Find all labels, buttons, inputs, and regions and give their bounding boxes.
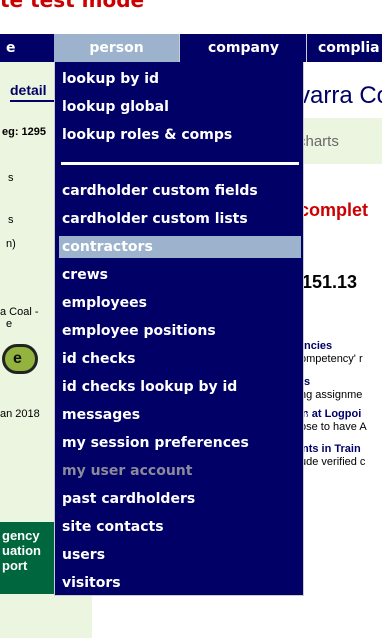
menu-item-my-session-preferences[interactable]: my session preferences xyxy=(59,432,301,454)
right-line-8: ude verified c xyxy=(300,456,366,468)
ip-address: .151.13 xyxy=(297,272,358,292)
menu-item-employee-positions[interactable]: employee positions xyxy=(59,320,301,342)
charts-label: charts xyxy=(298,133,339,150)
menu-item-lookup-global[interactable]: lookup global xyxy=(59,96,301,118)
incomplete-warning: complet xyxy=(299,200,369,220)
nav-tab-partial[interactable]: e xyxy=(0,34,54,62)
menu-item-id-checks[interactable]: id checks xyxy=(59,348,301,370)
menu-item-site-contacts[interactable]: site contacts xyxy=(59,516,301,538)
left-text-e: e xyxy=(6,318,13,330)
menu-separator xyxy=(61,162,299,165)
menu-item-lookup-roles-comps[interactable]: lookup roles & comps xyxy=(59,124,301,146)
test-mode-banner: te test mode xyxy=(0,0,145,12)
left-text-s1: s xyxy=(8,172,14,184)
menu-item-cardholder-custom-lists[interactable]: cardholder custom lists xyxy=(59,208,301,230)
submenu-arrow-icon: » xyxy=(303,408,311,422)
left-date: an 2018 xyxy=(0,408,40,420)
menu-item-employees[interactable]: employees xyxy=(59,292,301,314)
nav-tab-company[interactable]: company xyxy=(181,34,307,62)
company-title: varra Co xyxy=(298,82,382,109)
menu-item-id-checks-lookup-by-id[interactable]: id checks lookup by id xyxy=(59,376,301,398)
green-line-1: gency xyxy=(2,528,40,543)
left-text-coal: a Coal - xyxy=(0,306,39,318)
menu-item-messages[interactable]: messages » xyxy=(59,404,311,426)
status-oval-button[interactable]: e xyxy=(2,344,38,374)
emergency-evacuation-report-button[interactable]: gency uation port xyxy=(0,522,60,594)
nav-tab-person[interactable]: person xyxy=(54,34,180,62)
menu-item-messages-label: messages xyxy=(62,407,141,423)
right-line-4: ng assignme xyxy=(300,389,363,401)
menu-item-users[interactable]: users xyxy=(59,544,301,566)
top-nav-bar: e person company complia xyxy=(0,34,382,62)
right-line-1: ncies xyxy=(304,340,333,352)
menu-item-contractors[interactable]: contractors xyxy=(59,236,301,258)
left-text-s2: s xyxy=(8,214,14,226)
menu-item-lookup-by-id[interactable]: lookup by id xyxy=(59,68,301,90)
right-line-7: nts in Train xyxy=(302,443,361,455)
green-line-3: port xyxy=(2,558,28,573)
green-line-2: uation xyxy=(2,543,41,558)
right-line-3: s xyxy=(304,376,311,388)
menu-item-crews[interactable]: crews xyxy=(59,264,301,286)
status-oval-label: e xyxy=(13,350,22,367)
reg-label: eg: 1295 xyxy=(2,126,47,138)
right-line-2: ompetency' r xyxy=(300,353,363,365)
menu-item-cardholder-custom-fields[interactable]: cardholder custom fields xyxy=(59,180,301,202)
menu-item-past-cardholders[interactable]: past cardholders xyxy=(59,488,301,510)
menu-item-visitors[interactable]: visitors xyxy=(59,572,301,594)
left-text-n: n) xyxy=(6,238,16,250)
nav-tab-compliance[interactable]: complia xyxy=(308,34,382,62)
menu-item-my-user-account: my user account xyxy=(62,463,193,479)
person-dropdown-menu: lookup by id lookup global lookup roles … xyxy=(54,62,311,596)
